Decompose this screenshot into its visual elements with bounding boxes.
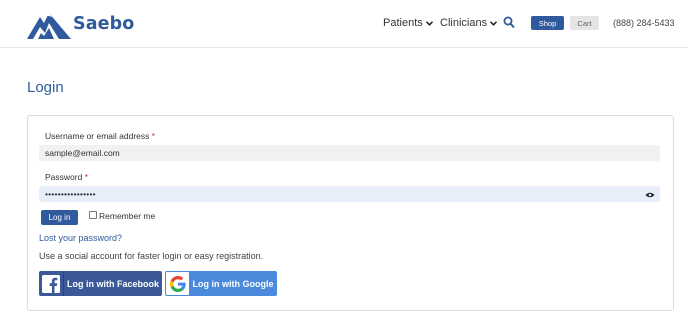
chevron-down-icon [425,20,433,26]
remember-me-label[interactable]: Remember me [99,211,155,221]
eye-icon[interactable] [645,192,655,198]
username-label: Username or email address * [45,131,155,141]
password-input[interactable]: •••••••••••••••• [39,186,660,202]
required-mark: * [151,131,156,141]
remember-me-checkbox[interactable] [89,211,97,219]
password-label-text: Password [45,172,83,182]
nav-clinicians-label: Clinicians [440,17,488,29]
nav-patients-label: Patients [383,17,423,29]
required-mark: * [84,172,89,182]
facebook-icon [39,271,64,296]
site-header: Saebo Patients Clinicians Shop Cart (888… [0,0,688,48]
google-icon [166,272,189,295]
username-input[interactable]: sample@email.com [39,145,660,161]
mountain-logo-icon [27,13,71,39]
chevron-down-icon [490,20,498,26]
google-login-label: Log in with Google [192,278,274,289]
page-title: Login [27,79,64,96]
saebo-logo[interactable]: Saebo [27,8,134,40]
login-button[interactable]: Log in [41,210,78,225]
search-icon[interactable] [503,16,515,29]
brand-name: Saebo [73,14,135,34]
lost-password-link[interactable]: Lost your password? [39,233,122,243]
cart-button[interactable]: Cart [570,16,599,30]
phone-number[interactable]: (888) 284-5433 [613,18,675,28]
nav-clinicians[interactable]: Clinicians [440,17,498,29]
nav-patients[interactable]: Patients [383,17,433,29]
shop-button[interactable]: Shop [531,16,564,30]
facebook-login-label: Log in with Facebook [67,278,159,289]
username-label-text: Username or email address [45,131,150,141]
facebook-login-button[interactable]: Log in with Facebook [39,271,162,296]
password-label: Password * [45,172,88,182]
social-login-text: Use a social account for faster login or… [39,251,264,261]
google-login-button[interactable]: Log in with Google [165,271,277,296]
